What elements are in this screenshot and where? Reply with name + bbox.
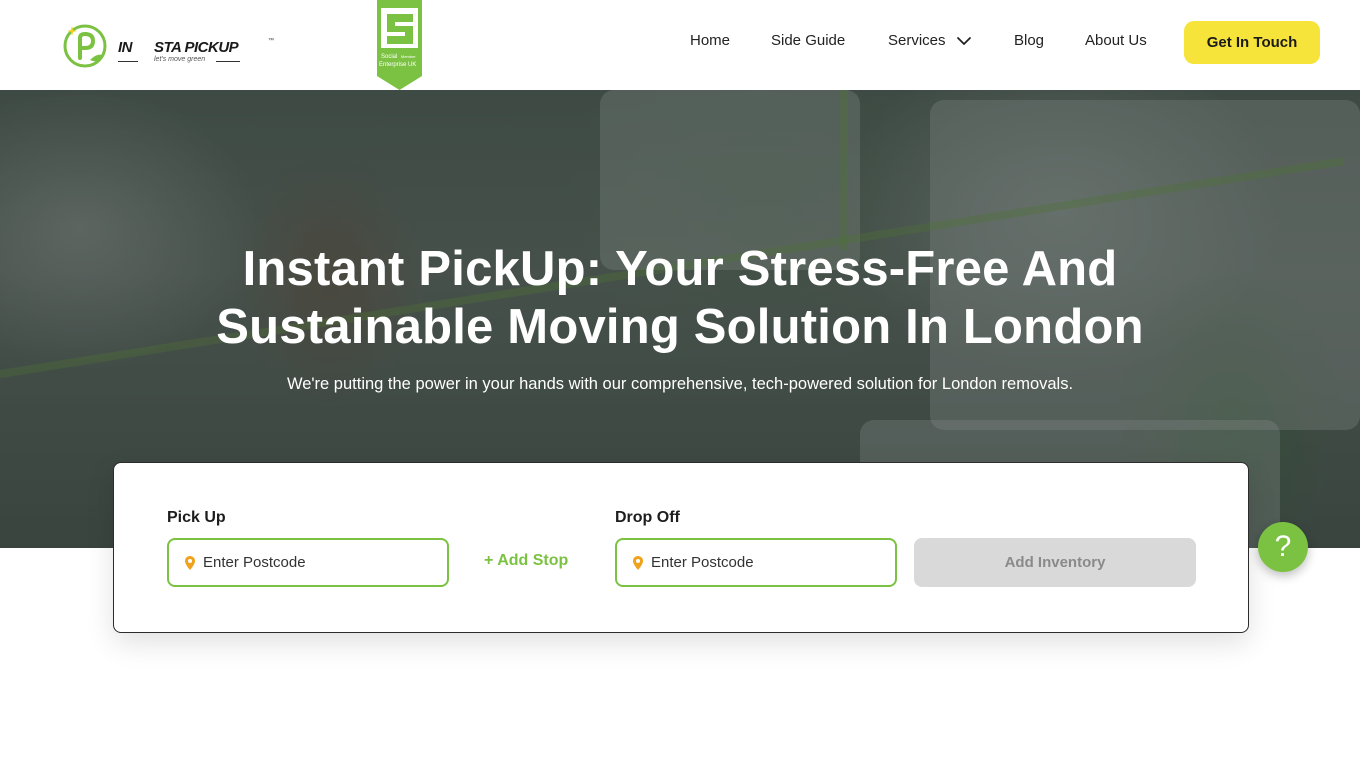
pickup-label: Pick Up	[167, 509, 226, 526]
nav-blog[interactable]: Blog	[1014, 32, 1044, 49]
location-pin-icon	[185, 555, 195, 570]
nav-services[interactable]: Services	[888, 32, 972, 49]
badge-label-social: Social	[381, 54, 397, 60]
logo-divider	[118, 61, 138, 62]
pickup-postcode-input[interactable]	[203, 554, 423, 571]
nav-home[interactable]: Home	[690, 32, 730, 49]
nav-about-us[interactable]: About Us	[1085, 32, 1147, 49]
trademark-symbol: ™	[268, 38, 274, 44]
social-enterprise-badge[interactable]: Social Member Enterprise UK	[377, 0, 422, 90]
badge-label-member: Member	[401, 54, 416, 59]
nav-side-guide[interactable]: Side Guide	[771, 32, 845, 49]
location-pin-icon	[633, 555, 643, 570]
nav-services-label: Services	[888, 32, 946, 49]
logo-prefix: IN	[118, 39, 133, 56]
hero-title-line-2: Sustainable Moving Solution In London	[216, 300, 1144, 354]
logo-tagline: let's move green	[154, 56, 206, 63]
question-icon: ?	[1274, 530, 1292, 563]
booking-card: Pick Up + Add Stop Drop Off Add Inventor…	[113, 462, 1249, 633]
help-button[interactable]: ?	[1258, 522, 1308, 572]
logo-wordmark: IN STA PICKUP let's move green	[116, 22, 276, 68]
hero-subtitle: We're putting the power in your hands wi…	[286, 375, 1074, 393]
hero-title-line-1: Instant PickUp: Your Stress-Free And	[242, 242, 1118, 296]
add-inventory-button[interactable]: Add Inventory	[914, 538, 1196, 587]
logo-name: STA PICKUP	[154, 39, 239, 56]
badge-label-enterprise: Enterprise UK	[379, 62, 416, 68]
chevron-down-icon	[956, 36, 971, 45]
dropoff-field[interactable]	[615, 538, 897, 587]
brand-logo[interactable]: IN STA PICKUP let's move green	[62, 20, 276, 70]
pickup-field[interactable]	[167, 538, 449, 587]
logo-divider	[216, 61, 240, 62]
site-header: IN STA PICKUP let's move green ™ Social …	[0, 0, 1360, 90]
dropoff-postcode-input[interactable]	[651, 554, 871, 571]
dropoff-label: Drop Off	[615, 509, 680, 526]
get-in-touch-button[interactable]: Get In Touch	[1184, 21, 1320, 64]
hero-title: Instant PickUp: Your Stress-Free And Sus…	[0, 240, 1360, 356]
add-stop-button[interactable]: + Add Stop	[484, 552, 568, 570]
leaf-logo-icon	[63, 24, 107, 68]
